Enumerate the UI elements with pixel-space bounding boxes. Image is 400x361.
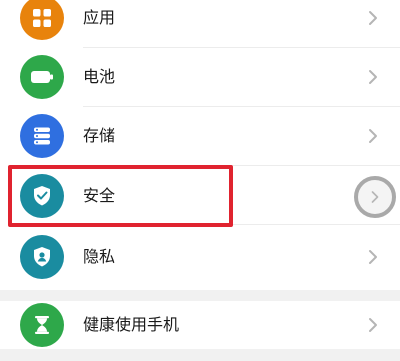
divider (83, 47, 400, 48)
settings-item-digital-balance[interactable]: 健康使用手机 (0, 303, 400, 361)
chevron-right-icon (369, 129, 377, 143)
touch-indicator (354, 176, 396, 218)
chevron-right-icon (369, 318, 377, 332)
chevron-right-icon (369, 250, 377, 264)
storage-icon (20, 114, 64, 158)
settings-item-label: 隐私 (83, 247, 116, 266)
highlight-box (8, 165, 233, 227)
settings-item-privacy[interactable]: 隐私 (0, 235, 400, 293)
divider (83, 106, 400, 107)
apps-grid-icon (20, 0, 64, 40)
settings-item-battery[interactable]: 电池 (0, 55, 400, 113)
settings-item-storage[interactable]: 存储 (0, 114, 400, 172)
settings-item-label: 存储 (83, 126, 116, 145)
settings-item-label: 健康使用手机 (83, 315, 180, 334)
settings-item-apps[interactable]: 应用 (0, 0, 400, 54)
battery-icon (20, 55, 64, 99)
hourglass-icon (20, 303, 64, 347)
chevron-right-icon (369, 11, 377, 25)
settings-item-label: 电池 (83, 67, 116, 86)
settings-item-label: 应用 (83, 8, 116, 27)
chevron-right-icon (371, 191, 379, 203)
privacy-shield-icon (20, 235, 64, 279)
chevron-right-icon (369, 70, 377, 84)
